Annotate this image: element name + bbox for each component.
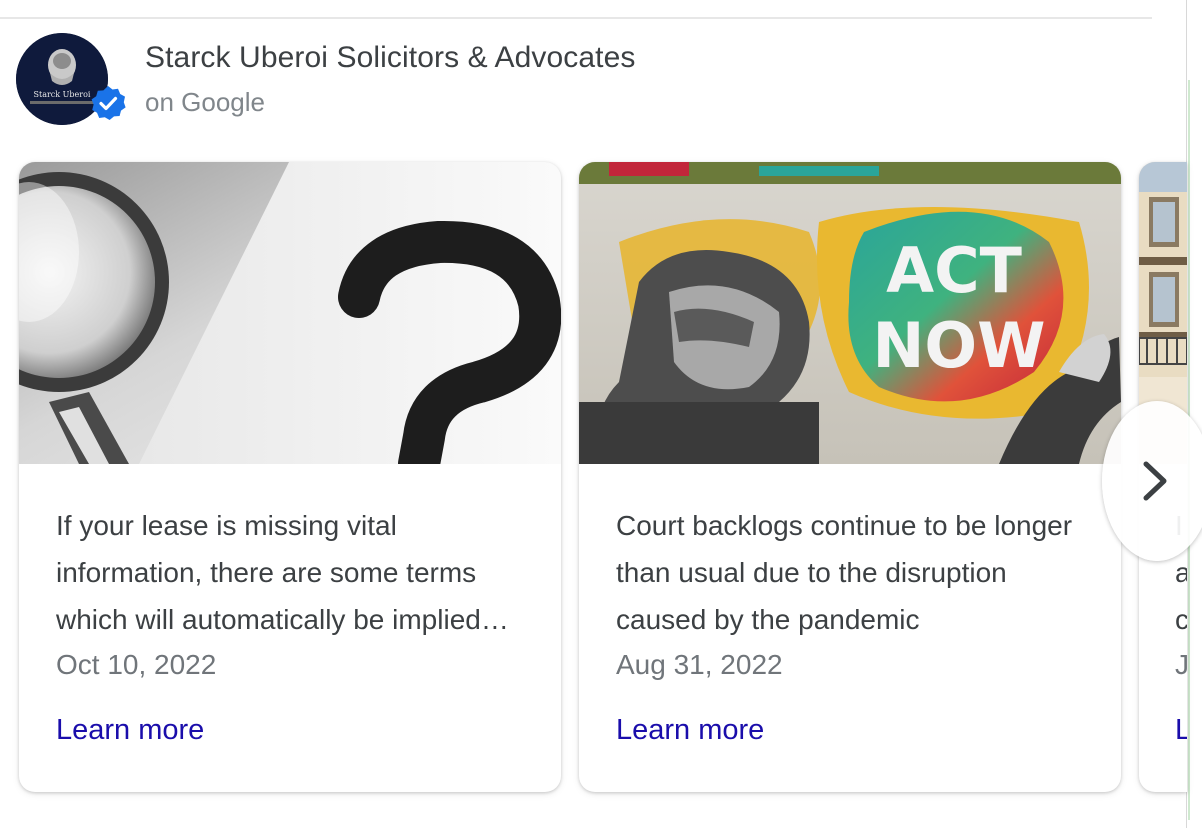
card-snippet: If your lease is missing vital informati…: [56, 510, 481, 635]
source-header: Starck Uberoi Starck Uberoi Solicitors &…: [14, 33, 1114, 128]
card-date: Oct 10, 2022: [56, 649, 217, 680]
learn-more-link[interactable]: Learn more: [56, 714, 204, 747]
snippet-line: a: [1175, 557, 1187, 588]
post-card[interactable]: ACT NOW Court backlogs continue to be lo…: [579, 162, 1121, 792]
verified-check-icon: [90, 85, 126, 121]
carousel-next-button[interactable]: [1102, 401, 1202, 561]
avatar-text: Starck Uberoi: [34, 90, 91, 99]
card-date: J: [1175, 649, 1187, 680]
source-name[interactable]: Starck Uberoi Solicitors & Advocates: [145, 41, 635, 75]
magnifier-question-image[interactable]: [19, 162, 561, 464]
mural-text-now: NOW: [873, 309, 1046, 382]
snippet-line: c: [1175, 604, 1187, 635]
post-card[interactable]: If your lease is missing vital informati…: [19, 162, 561, 792]
top-divider: [0, 17, 1152, 19]
card-date: Aug 31, 2022: [616, 649, 783, 680]
learn-more-link[interactable]: Learn more: [616, 714, 764, 747]
card-snippet: Court backlogs continue to be longer tha…: [616, 510, 1073, 635]
mural-text-act: ACT: [886, 234, 1022, 307]
act-now-mural-image[interactable]: ACT NOW: [579, 162, 1121, 464]
chevron-right-icon: [1143, 461, 1167, 501]
learn-more-link[interactable]: L: [1175, 714, 1187, 747]
source-subtitle: on Google: [145, 87, 265, 117]
